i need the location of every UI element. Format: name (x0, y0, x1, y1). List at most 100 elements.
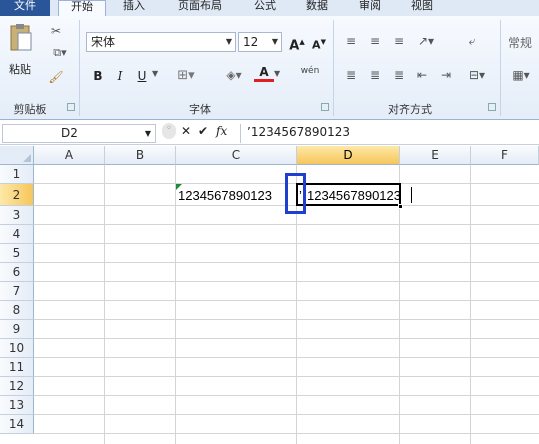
tab-view[interactable]: 视图 (400, 0, 444, 16)
copy-icon[interactable]: ⧉▾ (48, 46, 72, 62)
gridline (175, 165, 176, 444)
tab-data[interactable]: 数据 (295, 0, 339, 16)
currency-icon[interactable]: ▦▾ (510, 68, 532, 82)
gridline (34, 414, 539, 415)
select-all-button[interactable] (0, 146, 34, 165)
tab-insert[interactable]: 插入 (112, 0, 156, 16)
paste-label: 粘贴 (9, 63, 31, 76)
chevron-down-icon: ▼ (271, 37, 278, 46)
clipboard-launcher-icon[interactable] (67, 103, 75, 111)
row-header-selected[interactable]: 2 (0, 184, 34, 206)
clipboard-group-label: 剪贴板 (13, 103, 47, 116)
number-format-dropdown[interactable]: 常规 (508, 34, 532, 51)
font-group-label: 字体 (189, 103, 211, 116)
tab-page-layout[interactable]: 页面布局 (165, 0, 235, 16)
gridline (34, 281, 539, 282)
align-right-icon[interactable]: ≣ (390, 68, 408, 82)
gridline (34, 338, 539, 339)
name-box-value: D2 (61, 126, 78, 140)
borders-icon[interactable]: ⊞▾ (175, 68, 197, 84)
gridline (34, 262, 539, 263)
column-header[interactable]: E (400, 146, 471, 165)
cell-D2[interactable]: 1234567890123 (307, 186, 401, 205)
row-header[interactable]: 13 (0, 396, 34, 415)
row-header[interactable]: 12 (0, 377, 34, 396)
cut-icon[interactable]: ✂ (48, 24, 64, 40)
align-top-icon[interactable]: ≡ (342, 34, 360, 48)
enter-icon[interactable]: ✔ (198, 124, 208, 138)
paste-button[interactable] (8, 22, 34, 54)
decrease-indent-icon[interactable]: ⇤ (412, 68, 432, 82)
font-color-button[interactable]: A (254, 64, 274, 82)
highlight-box (285, 173, 306, 214)
underline-button[interactable]: U (132, 66, 152, 86)
bold-button[interactable]: B (88, 66, 108, 86)
chevron-down-icon[interactable]: ▼ (152, 69, 158, 78)
row-header[interactable]: 8 (0, 301, 34, 320)
wrap-text-icon[interactable]: ⤶ (462, 34, 482, 48)
chevron-down-icon[interactable]: ▼ (145, 125, 151, 142)
row-header[interactable]: 4 (0, 225, 34, 244)
cancel-icon[interactable]: ✕ (181, 124, 191, 138)
ribbon-tab-bar: 文件 开始 插入 页面布局 公式 数据 审阅 视图 (0, 0, 539, 16)
row-header[interactable]: 6 (0, 263, 34, 282)
row-header[interactable]: 9 (0, 320, 34, 339)
tab-review[interactable]: 审阅 (348, 0, 392, 16)
font-launcher-icon[interactable] (321, 103, 329, 111)
name-box[interactable]: D2 ▼ (2, 124, 156, 143)
paste-icon (10, 24, 32, 51)
spreadsheet-grid: A B C D E F 1 2 3 4 5 6 7 8 9 10 11 12 1… (0, 146, 539, 444)
align-center-icon[interactable]: ≣ (366, 68, 384, 82)
chevron-down-icon[interactable]: ▼ (274, 69, 280, 78)
font-size-dropdown[interactable]: 12 ▼ (238, 32, 282, 52)
group-divider (500, 20, 501, 116)
shrink-font-icon[interactable]: A▼ (309, 32, 329, 52)
align-left-icon[interactable]: ≣ (342, 68, 360, 82)
align-middle-icon[interactable]: ≡ (366, 34, 384, 48)
gridline (34, 357, 539, 358)
font-name-dropdown[interactable]: 宋体 ▼ (86, 32, 236, 52)
row-header[interactable]: 10 (0, 339, 34, 358)
column-header-selected[interactable]: D (297, 146, 400, 165)
gridline (34, 376, 539, 377)
column-header[interactable]: C (176, 146, 297, 165)
column-header[interactable]: F (471, 146, 539, 165)
row-header[interactable]: 14 (0, 415, 34, 434)
orientation-icon[interactable]: ↗▾ (414, 34, 438, 48)
gridline (34, 300, 539, 301)
row-header[interactable]: 3 (0, 206, 34, 225)
group-divider (79, 20, 80, 116)
gridline (470, 165, 471, 444)
formula-bar: D2 ▼ ◦ ✕ ✔ fx ’1234567890123 (0, 121, 539, 145)
fill-color-icon[interactable]: ◈▾ (222, 68, 246, 84)
font-size-value: 12 (243, 35, 259, 49)
merge-center-icon[interactable]: ⊟▾ (464, 68, 490, 82)
grow-font-icon[interactable]: A▲ (287, 32, 307, 53)
gridline (34, 433, 539, 434)
text-cursor (411, 187, 412, 203)
row-header[interactable]: 11 (0, 358, 34, 377)
gridline (34, 224, 539, 225)
align-bottom-icon[interactable]: ≡ (390, 34, 408, 48)
cell-C2[interactable]: 1234567890123 (178, 186, 272, 205)
format-painter-icon[interactable]: 🖌 (48, 70, 64, 86)
resize-handle-icon[interactable]: ◦ (162, 123, 176, 139)
alignment-launcher-icon[interactable] (488, 103, 496, 111)
row-header[interactable]: 1 (0, 165, 34, 184)
select-all-triangle-icon (23, 154, 31, 162)
row-header[interactable]: 7 (0, 282, 34, 301)
column-header[interactable]: B (105, 146, 176, 165)
italic-button[interactable]: I (110, 66, 130, 86)
tab-file[interactable]: 文件 (0, 0, 50, 16)
phonetic-guide-button[interactable]: wén (296, 66, 324, 86)
gridline (34, 243, 539, 244)
formula-input[interactable]: ’1234567890123 (240, 124, 539, 143)
column-header[interactable]: A (34, 146, 105, 165)
tab-formulas[interactable]: 公式 (243, 0, 287, 16)
insert-function-button[interactable]: fx (216, 124, 227, 138)
font-name-value: 宋体 (91, 35, 116, 49)
increase-indent-icon[interactable]: ⇥ (436, 68, 456, 82)
row-header[interactable]: 5 (0, 244, 34, 263)
group-divider (333, 20, 334, 116)
tab-home[interactable]: 开始 (58, 0, 106, 16)
